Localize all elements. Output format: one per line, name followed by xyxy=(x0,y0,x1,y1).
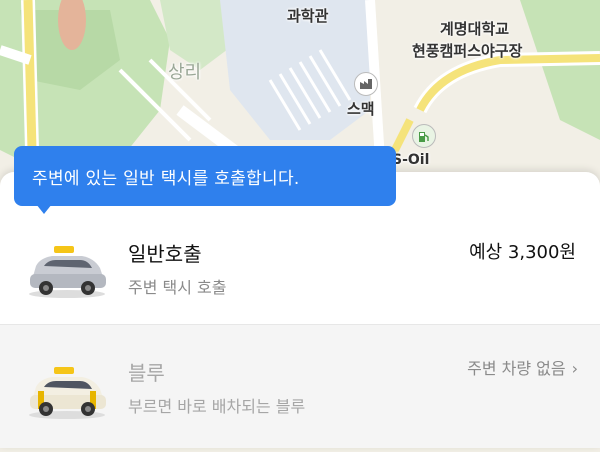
map-label-smack: 스맥 xyxy=(347,100,375,118)
availability-text: 주변 차량 없음 xyxy=(467,359,566,378)
blue-taxi-icon xyxy=(29,367,106,419)
map-label-university: 계명대학교 xyxy=(440,20,510,38)
taxi-options-sheet: 일반호출 주변 택시 호출 예상 3,300원 블루 부르면 바로 배차되는 블… xyxy=(0,172,600,448)
option-general-call[interactable]: 일반호출 주변 택시 호출 예상 3,300원 xyxy=(0,212,600,324)
option-blue[interactable]: 블루 부르면 바로 배차되는 블루 주변 차량 없음 › xyxy=(0,325,600,448)
gas-station-icon[interactable] xyxy=(412,124,436,148)
map-label-science-hall: 과학관 xyxy=(287,7,329,25)
option-subtitle: 부르면 바로 배차되는 블루 xyxy=(128,397,306,416)
option-title: 일반호출 xyxy=(128,242,202,266)
option-title: 블루 xyxy=(128,361,165,385)
map-label-campus: 현풍캠퍼스야구장 xyxy=(412,42,523,60)
estimated-price: 예상 3,300원 xyxy=(469,242,576,263)
chevron-right-icon: › xyxy=(571,359,578,378)
general-taxi-icon xyxy=(29,246,106,298)
factory-icon[interactable] xyxy=(354,72,378,96)
tooltip-text: 주변에 있는 일반 택시를 호출합니다. xyxy=(32,168,300,189)
map-label-gas-station: S-Oil xyxy=(392,152,430,168)
tooltip: 주변에 있는 일반 택시를 호출합니다. xyxy=(14,146,396,206)
availability-status[interactable]: 주변 차량 없음 › xyxy=(467,355,578,379)
tooltip-pointer xyxy=(36,204,52,214)
option-subtitle: 주변 택시 호출 xyxy=(128,278,227,297)
map-label-district: 상리 xyxy=(168,62,202,83)
